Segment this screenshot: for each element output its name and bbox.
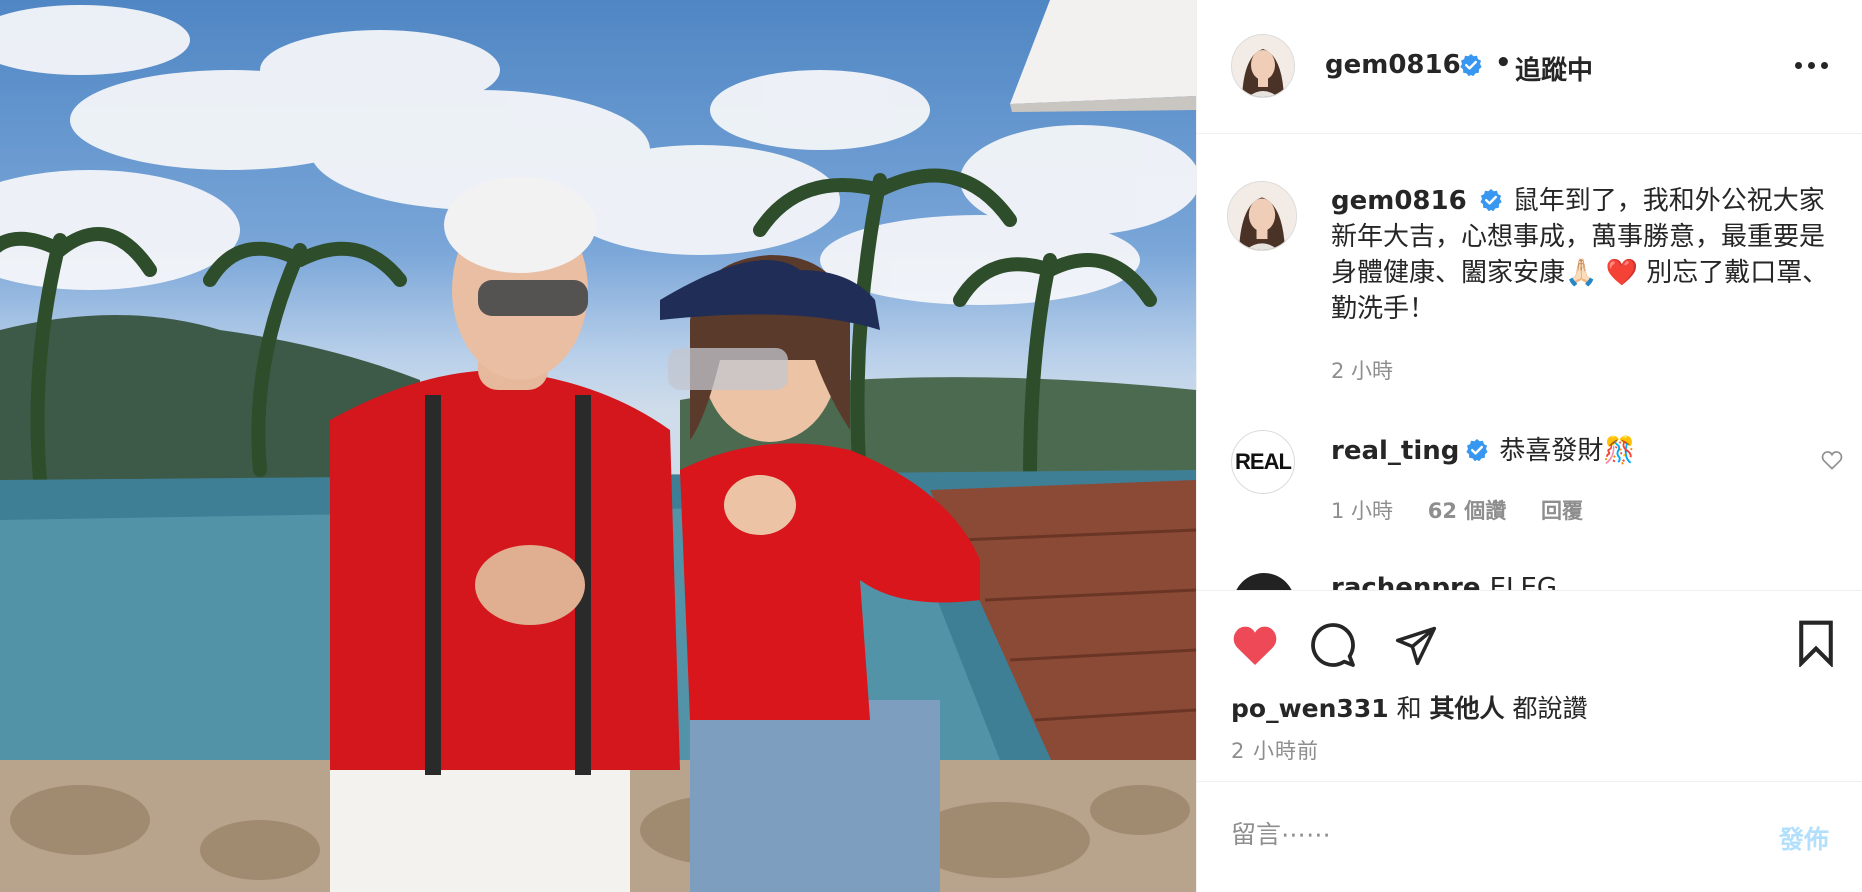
comments-list[interactable]: gem0816 鼠年到了，我和外公祝大家新年大吉，心想事成，萬事勝意，最重要是身體…	[1197, 135, 1862, 590]
caption-username[interactable]: gem0816	[1331, 186, 1467, 216]
post-actions: po_wen331 和 其他人 都說讚 2 小時前	[1197, 590, 1862, 782]
commenter-avatar[interactable]: REAL	[1231, 430, 1295, 494]
liked-by-summary: po_wen331 和 其他人 都說讚	[1231, 689, 1588, 725]
commenter-avatar[interactable]	[1233, 573, 1295, 590]
share-icon[interactable]	[1393, 623, 1439, 667]
comment-composer: 發佈	[1197, 782, 1862, 892]
photo-scene	[0, 0, 1196, 892]
liked-by-username[interactable]: po_wen331	[1231, 694, 1389, 723]
liked-by-and: 和	[1396, 694, 1422, 723]
avatar-portrait-icon	[1228, 182, 1296, 250]
verified-badge-icon	[1479, 186, 1503, 212]
reply-button[interactable]: 回覆	[1541, 499, 1583, 523]
verified-badge-icon	[1459, 53, 1483, 81]
author-username[interactable]: gem0816	[1325, 50, 1461, 80]
post-comment-button[interactable]: 發佈	[1779, 820, 1829, 856]
comment-icon[interactable]	[1309, 621, 1357, 669]
follow-status-button[interactable]: 追蹤中	[1515, 50, 1593, 87]
bookmark-icon[interactable]	[1797, 619, 1835, 667]
header-separator: •	[1495, 48, 1512, 78]
post-side-panel: gem0816 • 追蹤中 gem0816 鼠年到了，我和外公祝大家新年大吉，心想…	[1196, 0, 1862, 892]
liked-by-others-link[interactable]: 其他人	[1430, 694, 1505, 723]
avatar-portrait-icon	[1232, 35, 1294, 97]
comment-input[interactable]	[1231, 812, 1711, 856]
like-comment-icon[interactable]	[1821, 450, 1843, 470]
post-timestamp[interactable]: 2 小時前	[1231, 735, 1319, 765]
more-options-icon[interactable]	[1795, 62, 1829, 72]
author-avatar[interactable]	[1231, 34, 1295, 98]
comment-item: rachenpre ELEG	[1331, 573, 1557, 590]
comment-timestamp[interactable]: 1 小時	[1331, 499, 1393, 523]
heart-icon[interactable]	[1231, 623, 1279, 667]
comment-username[interactable]: rachenpre	[1331, 573, 1481, 590]
verified-badge-icon	[1465, 438, 1489, 462]
comment-username[interactable]: real_ting	[1331, 436, 1459, 466]
comment-item: real_ting 恭喜發財🎊	[1331, 430, 1636, 467]
liked-by-said: 都說讚	[1512, 694, 1588, 723]
caption-timestamp[interactable]: 2 小時	[1331, 355, 1393, 385]
comment-likes-count[interactable]: 62 個讚	[1428, 499, 1507, 523]
comment-meta: 1 小時 62 個讚 回覆	[1331, 495, 1611, 525]
comment-text: ELEG	[1489, 573, 1558, 590]
caption-author-avatar[interactable]	[1227, 181, 1297, 251]
post-caption: gem0816 鼠年到了，我和外公祝大家新年大吉，心想事成，萬事勝意，最重要是身體…	[1331, 183, 1831, 327]
comment-text: 恭喜發財🎊	[1499, 436, 1636, 466]
post-header: gem0816 • 追蹤中	[1197, 0, 1862, 134]
post-photo[interactable]	[0, 0, 1196, 892]
